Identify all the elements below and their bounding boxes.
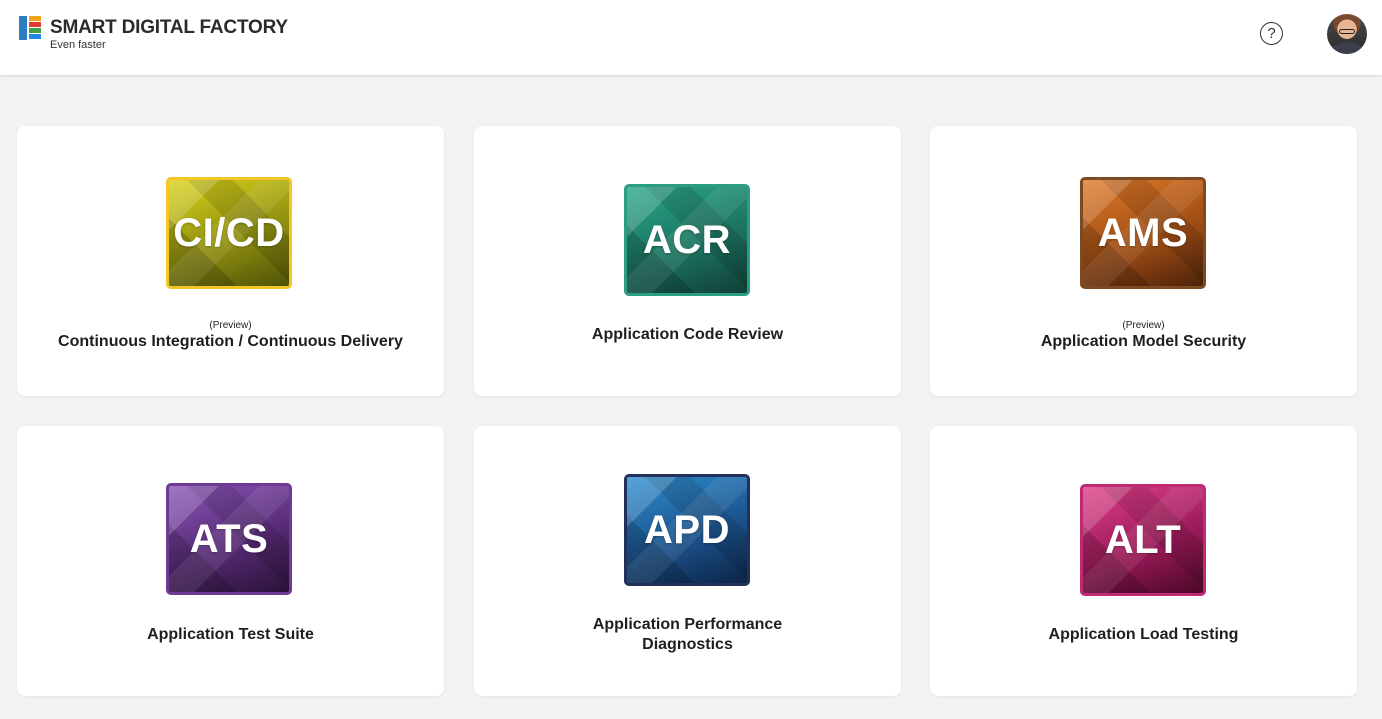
cicd-tile-icon: CI/CD (166, 177, 292, 289)
tile-label: APD (644, 507, 730, 552)
app-card-acr[interactable]: ACR Application Code Review (474, 126, 901, 396)
app-card-cicd[interactable]: CI/CD (Preview) Continuous Integration /… (17, 126, 444, 396)
card-title: Application Test Suite (147, 626, 314, 643)
card-title-line-2: Diagnostics (642, 636, 733, 653)
app-card-ams[interactable]: AMS (Preview) Application Model Security (930, 126, 1357, 396)
top-header: SMART DIGITAL FACTORY Even faster ? (0, 0, 1382, 75)
tile-label: ACR (642, 217, 732, 262)
acr-tile-icon: ACR (624, 184, 750, 296)
help-glyph: ? (1267, 25, 1276, 42)
tile-label: ALT (1104, 517, 1182, 562)
brand-home-link[interactable]: SMART DIGITAL FACTORY Even faster (19, 16, 288, 51)
app-card-alt[interactable]: ALT Application Load Testing (930, 426, 1357, 696)
ats-tile-icon: ATS (166, 483, 292, 595)
apd-tile-icon: APD (624, 474, 750, 586)
tile-label: ATS (189, 516, 269, 561)
card-title-line-1: Application Performance (592, 616, 783, 633)
tile-label: AMS (1097, 210, 1189, 255)
app-card-apd[interactable]: APD Application Performance Diagnostics (474, 426, 901, 696)
card-title: Application Code Review (591, 326, 784, 343)
brand-logo-icon (19, 16, 41, 40)
user-avatar[interactable] (1327, 14, 1367, 54)
tile-label: CI/CD (173, 210, 285, 255)
card-title: Application Model Security (1040, 333, 1247, 350)
preview-label: (Preview) (1122, 320, 1165, 331)
card-title: Application Load Testing (1048, 626, 1239, 643)
preview-label: (Preview) (209, 320, 252, 331)
alt-tile-icon: ALT (1080, 484, 1206, 596)
help-icon[interactable]: ? (1260, 22, 1283, 45)
brand-title: SMART DIGITAL FACTORY (50, 17, 288, 38)
ams-tile-icon: AMS (1080, 177, 1206, 289)
app-card-ats[interactable]: ATS Application Test Suite (17, 426, 444, 696)
card-title: Continuous Integration / Continuous Deli… (58, 333, 403, 350)
brand-subtitle: Even faster (50, 39, 106, 51)
